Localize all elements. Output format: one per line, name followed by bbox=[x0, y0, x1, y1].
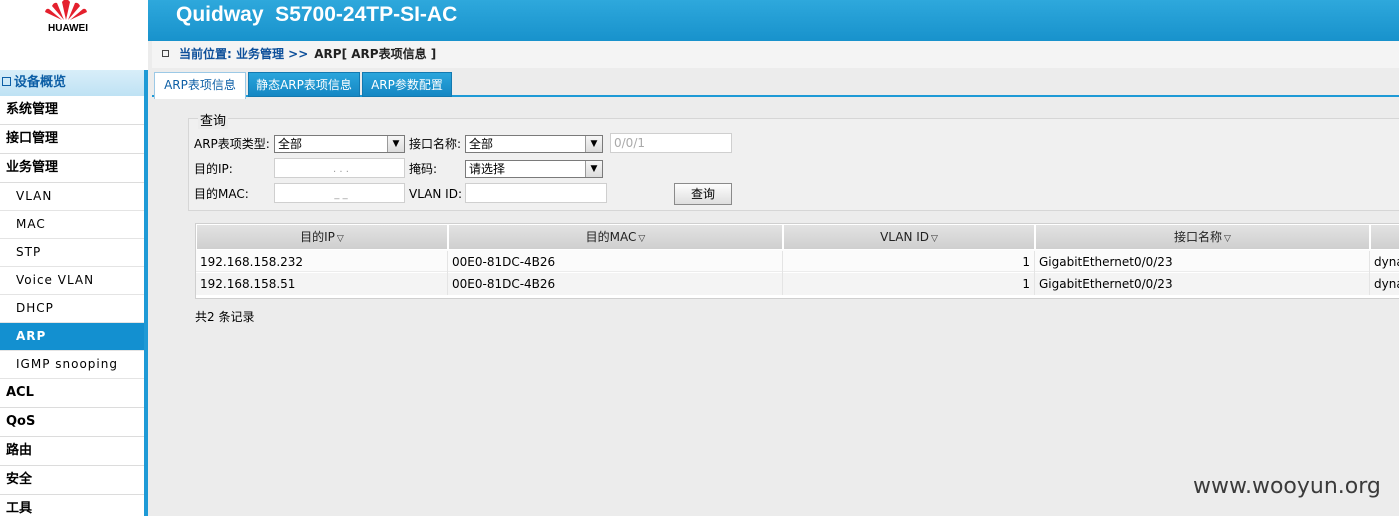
sort-icon: ▽ bbox=[931, 234, 938, 244]
sort-icon: ▽ bbox=[638, 234, 646, 244]
sidebar-item-arp[interactable]: ARP bbox=[0, 323, 144, 351]
sidebar-item-acl[interactable]: ACL bbox=[0, 379, 144, 408]
sidebar-item-vlan[interactable]: VLAN bbox=[0, 183, 144, 211]
cell-interface: GigabitEthernet0/0/23 bbox=[1035, 273, 1370, 295]
sort-icon: ▽ bbox=[1224, 234, 1231, 244]
column-header-vlan-id[interactable]: VLAN ID ▽ bbox=[784, 225, 1035, 249]
chevron-down-icon: ▼ bbox=[585, 161, 602, 177]
sidebar-overview-label: 设备概览 bbox=[14, 75, 67, 90]
sidebar: 设备概览 系统管理 接口管理 业务管理 VLAN MAC STP Voice V… bbox=[0, 70, 148, 516]
cell-dest-mac: 00E0-81DC-4B26 bbox=[448, 251, 783, 273]
vlan-input[interactable] bbox=[465, 183, 607, 203]
arp-type-label: ARP表项类型: bbox=[194, 137, 270, 151]
dest-mac-label: 目的MAC: bbox=[194, 187, 249, 201]
ip-separators: . . . bbox=[333, 164, 349, 175]
cell-dest-mac: 00E0-81DC-4B26 bbox=[448, 273, 783, 295]
cell-dest-ip: 192.168.158.232 bbox=[196, 251, 448, 273]
arp-table: 目的IP ▽ 目的MAC ▽ VLAN ID ▽ 接口名称 ▽ 192.168.158.… bbox=[195, 223, 1399, 299]
watermark: www.wooyun.org bbox=[1193, 474, 1381, 499]
sidebar-item-security[interactable]: 安全 bbox=[0, 466, 144, 495]
header-label: 目的MAC bbox=[585, 230, 637, 244]
column-header-interface[interactable]: 接口名称 ▽ bbox=[1036, 225, 1370, 249]
sidebar-item-service[interactable]: 业务管理 bbox=[0, 154, 144, 183]
tab-static-arp[interactable]: 静态ARP表项信息 bbox=[248, 72, 360, 97]
arp-type-select[interactable]: 全部 ▼ bbox=[274, 135, 405, 153]
dest-ip-label: 目的IP: bbox=[194, 162, 233, 176]
iface-select[interactable]: 全部 ▼ bbox=[465, 135, 603, 153]
cell-dest-ip: 192.168.158.51 bbox=[196, 273, 448, 295]
tab-bar: ARP表项信息 静态ARP表项信息 ARP参数配置 bbox=[152, 72, 1399, 99]
column-header-dest-mac[interactable]: 目的MAC ▽ bbox=[449, 225, 783, 249]
header-label: 接口名称 bbox=[1174, 230, 1223, 244]
mask-select[interactable]: 请选择 ▼ bbox=[465, 160, 603, 178]
sidebar-item-voice-vlan[interactable]: Voice VLAN bbox=[0, 267, 144, 295]
sidebar-item-interface[interactable]: 接口管理 bbox=[0, 125, 144, 154]
sidebar-item-tools[interactable]: 工具 bbox=[0, 495, 144, 516]
sidebar-item-mac[interactable]: MAC bbox=[0, 211, 144, 239]
sort-icon: ▽ bbox=[336, 234, 344, 244]
logo-area: HUAWEI bbox=[0, 0, 148, 70]
cell-vlan-id: 1 bbox=[783, 273, 1035, 295]
header-label: 目的IP bbox=[300, 230, 335, 244]
query-legend: 查询 bbox=[198, 110, 229, 129]
arp-type-value: 全部 bbox=[278, 137, 303, 151]
column-header-dest-ip[interactable]: 目的IP ▽ bbox=[197, 225, 448, 249]
dest-mac-input[interactable]: _ _ bbox=[274, 183, 405, 203]
sidebar-item-routing[interactable]: 路由 bbox=[0, 437, 144, 466]
search-button[interactable]: 查询 bbox=[674, 183, 732, 205]
collapse-icon bbox=[2, 77, 11, 86]
breadcrumb-path: 当前位置: 业务管理 >> bbox=[179, 47, 309, 61]
sidebar-item-system[interactable]: 系统管理 bbox=[0, 96, 144, 125]
record-count: 共2 条记录 bbox=[195, 310, 255, 324]
mask-label: 掩码: bbox=[409, 162, 438, 176]
tab-arp-config[interactable]: ARP参数配置 bbox=[362, 72, 452, 97]
mask-value: 请选择 bbox=[469, 162, 506, 176]
dest-ip-input[interactable]: . . . bbox=[274, 158, 405, 178]
sidebar-item-igmp-snooping[interactable]: IGMP snooping bbox=[0, 351, 144, 379]
cell-type: dyna bbox=[1374, 255, 1399, 269]
iface-value: 全部 bbox=[469, 137, 494, 151]
sidebar-item-stp[interactable]: STP bbox=[0, 239, 144, 267]
column-header-type[interactable] bbox=[1371, 225, 1399, 249]
cell-vlan-id: 1 bbox=[783, 251, 1035, 273]
chevron-down-icon: ▼ bbox=[585, 136, 602, 152]
cell-interface: GigabitEthernet0/0/23 bbox=[1035, 251, 1370, 273]
iface-number-input[interactable]: 0/0/1 bbox=[610, 133, 732, 153]
chevron-down-icon: ▼ bbox=[387, 136, 404, 152]
tab-arp-entries[interactable]: ARP表项信息 bbox=[154, 72, 246, 99]
breadcrumb-current: ARP[ ARP表项信息 ] bbox=[314, 47, 437, 61]
mac-separators: _ _ bbox=[334, 189, 348, 200]
huawei-logo-icon bbox=[45, 0, 87, 20]
header-bar: Quidway S5700-24TP-SI-AC bbox=[148, 0, 1399, 41]
sidebar-item-dhcp[interactable]: DHCP bbox=[0, 295, 144, 323]
vlan-label: VLAN ID: bbox=[409, 187, 462, 201]
sidebar-overview[interactable]: 设备概览 bbox=[0, 70, 144, 96]
square-bullet-icon bbox=[162, 50, 169, 57]
cell-type: dyna bbox=[1374, 277, 1399, 291]
iface-label: 接口名称: bbox=[409, 137, 462, 151]
breadcrumb: 当前位置: 业务管理 >> ARP[ ARP表项信息 ] bbox=[152, 41, 1399, 68]
device-title: Quidway S5700-24TP-SI-AC bbox=[176, 3, 458, 26]
logo-text: HUAWEI bbox=[48, 23, 88, 34]
header-label: VLAN ID bbox=[880, 230, 930, 244]
sidebar-item-qos[interactable]: QoS bbox=[0, 408, 144, 437]
